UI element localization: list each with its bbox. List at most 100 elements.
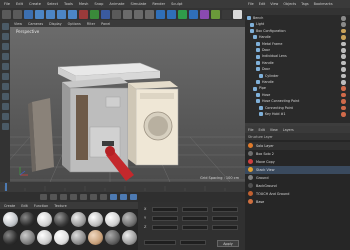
material-tag-icon[interactable]: [341, 112, 346, 117]
material-tag-icon[interactable]: [341, 22, 346, 27]
om-menu-objects[interactable]: Objects: [283, 2, 296, 6]
material-tag-icon[interactable]: [341, 73, 346, 79]
material-sphere[interactable]: [54, 212, 69, 227]
material-sphere[interactable]: [88, 212, 103, 227]
material-tag-icon[interactable]: [341, 54, 346, 59]
layer-color-icon[interactable]: [248, 191, 253, 197]
material-tag-icon[interactable]: [341, 41, 346, 47]
material-sphere[interactable]: [71, 230, 86, 245]
rotation-b-field[interactable]: [212, 225, 238, 230]
material-tag-icon[interactable]: [341, 80, 346, 85]
size-z-field[interactable]: [182, 225, 208, 230]
viewport-menu-cameras[interactable]: Cameras: [28, 22, 43, 26]
material-sphere[interactable]: [3, 230, 18, 245]
menu-edit[interactable]: Edit: [16, 2, 23, 6]
previous-key-icon[interactable]: [50, 194, 57, 200]
menu-render[interactable]: Render: [152, 2, 165, 6]
next-key-icon[interactable]: [90, 194, 97, 200]
position-z-field[interactable]: [152, 225, 178, 230]
render-view-icon[interactable]: [123, 9, 132, 19]
list-item[interactable]: BackGround: [245, 182, 350, 190]
x-axis-icon[interactable]: [79, 9, 88, 19]
subdivision-icon[interactable]: [178, 9, 187, 19]
material-sphere[interactable]: [71, 212, 86, 227]
floor-icon[interactable]: [211, 9, 220, 19]
material-tag-icon[interactable]: [341, 35, 346, 40]
layer-color-icon[interactable]: [248, 167, 253, 173]
menu-simulate[interactable]: Simulate: [130, 2, 146, 6]
lm-menu-layers[interactable]: Layers: [283, 128, 294, 132]
menu-snap[interactable]: Snap: [94, 2, 103, 6]
material-sphere[interactable]: [88, 230, 103, 245]
layer-color-icon[interactable]: [248, 183, 253, 189]
material-tag-icon[interactable]: [341, 99, 346, 104]
om-menu-bookmarks[interactable]: Bookmarks: [314, 2, 333, 6]
material-menu-create[interactable]: Create: [4, 204, 15, 208]
material-menu-texture[interactable]: Texture: [54, 204, 66, 208]
size-x-field[interactable]: [182, 207, 208, 212]
viewport-menu-view[interactable]: View: [14, 22, 22, 26]
layer-color-icon[interactable]: [248, 159, 253, 165]
record-icon[interactable]: [110, 194, 117, 200]
live-selection-icon[interactable]: [24, 9, 33, 19]
snap-icon[interactable]: [1, 103, 9, 110]
camera-icon[interactable]: [222, 9, 231, 19]
array-icon[interactable]: [189, 9, 198, 19]
material-sphere[interactable]: [105, 230, 120, 245]
timeline[interactable]: [0, 182, 245, 192]
washing-machine[interactable]: [128, 81, 179, 166]
rotation-p-field[interactable]: [212, 216, 238, 221]
points-mode-icon[interactable]: [1, 53, 9, 60]
om-menu-file[interactable]: File: [248, 2, 254, 6]
render-picture-viewer-icon[interactable]: [134, 9, 143, 19]
layer-color-icon[interactable]: [248, 175, 253, 181]
apply-button[interactable]: Apply: [217, 240, 239, 247]
go-to-end-icon[interactable]: [100, 194, 107, 200]
viewport-menu-filter[interactable]: Filter: [87, 22, 95, 26]
coordinate-system-icon[interactable]: [112, 9, 121, 19]
material-sphere[interactable]: [122, 230, 137, 245]
next-frame-icon[interactable]: [80, 194, 87, 200]
wooden-crate[interactable]: [28, 98, 54, 172]
grid-icon[interactable]: [1, 123, 9, 130]
list-item[interactable]: Stack View: [245, 166, 350, 174]
list-item[interactable]: Solo Layer: [245, 142, 350, 150]
menu-mesh[interactable]: Mesh: [79, 2, 88, 6]
om-menu-edit[interactable]: Edit: [259, 2, 266, 6]
material-sphere[interactable]: [54, 230, 69, 245]
lm-menu-view[interactable]: View: [270, 128, 278, 132]
list-item[interactable]: TOUCH And Ground: [245, 190, 350, 198]
previous-frame-icon[interactable]: [60, 194, 67, 200]
position-y-field[interactable]: [152, 216, 178, 221]
workplane-icon[interactable]: [1, 43, 9, 50]
material-sphere[interactable]: [105, 212, 120, 227]
y-axis-icon[interactable]: [90, 9, 99, 19]
material-tag-icon[interactable]: [341, 67, 346, 72]
go-to-start-icon[interactable]: [40, 194, 47, 200]
om-menu-view[interactable]: View: [270, 2, 278, 6]
layer-color-icon[interactable]: [248, 151, 253, 157]
cube-icon[interactable]: [156, 9, 165, 19]
edges-mode-icon[interactable]: [1, 63, 9, 70]
menu-sculpt[interactable]: Sculpt: [171, 2, 182, 6]
tweak-icon[interactable]: [1, 93, 9, 100]
recent-tool-icon[interactable]: [68, 9, 77, 19]
scale-tool-icon[interactable]: [46, 9, 55, 19]
material-sphere[interactable]: [37, 230, 52, 245]
material-sphere[interactable]: [20, 230, 35, 245]
material-menu-edit[interactable]: Edit: [21, 204, 28, 208]
material-sphere[interactable]: [122, 212, 137, 227]
size-y-field[interactable]: [182, 216, 208, 221]
viewport-menu-display[interactable]: Display: [49, 22, 62, 26]
om-menu-tags[interactable]: Tags: [301, 2, 309, 6]
deformer-icon[interactable]: [200, 9, 209, 19]
menu-select[interactable]: Select: [47, 2, 58, 6]
redo-icon[interactable]: [13, 9, 22, 19]
lm-menu-edit[interactable]: Edit: [259, 128, 265, 132]
polygons-mode-icon[interactable]: [1, 73, 9, 80]
layer-color-icon[interactable]: [248, 199, 253, 205]
keyframe-selection-icon[interactable]: [130, 194, 137, 200]
move-tool-icon[interactable]: [35, 9, 44, 19]
viewport-menu-panel[interactable]: Panel: [101, 22, 110, 26]
workplane-lock-icon[interactable]: [1, 113, 9, 120]
